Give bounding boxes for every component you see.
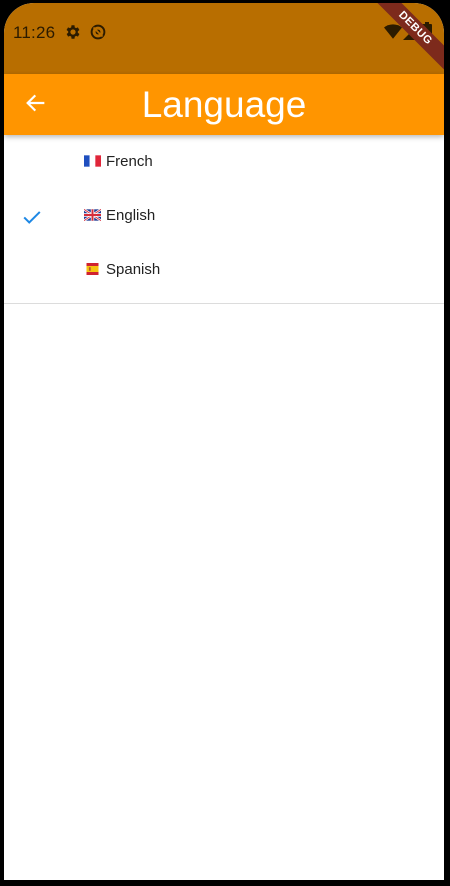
- battery-icon: [422, 22, 432, 41]
- settings-icon: [64, 23, 82, 41]
- language-label: English: [84, 207, 155, 224]
- status-bar: 11:26 DEBUG: [4, 3, 444, 74]
- back-button[interactable]: [18, 88, 52, 122]
- check-slot: [21, 152, 43, 174]
- app-bar: Language: [4, 74, 444, 135]
- language-item-spanish[interactable]: Spanish: [4, 243, 444, 297]
- language-list: French English Spanish: [4, 135, 444, 304]
- empty-content-area: [4, 313, 444, 880]
- language-name: French: [106, 153, 153, 170]
- uk-flag-icon: [84, 209, 101, 221]
- signal-icon: [403, 24, 421, 42]
- language-name: English: [106, 207, 156, 224]
- language-label: French: [84, 153, 153, 170]
- language-item-french[interactable]: French: [4, 135, 444, 189]
- wifi-icon: [384, 24, 402, 42]
- check-icon: [21, 206, 43, 228]
- debug-banner: DEBUG: [364, 3, 444, 83]
- language-label: Spanish: [84, 261, 160, 278]
- language-item-english[interactable]: English: [4, 189, 444, 243]
- status-time: 11:26: [13, 23, 56, 42]
- phone-screen: 11:26 DEBUG Language French English Span…: [4, 3, 444, 880]
- sync-icon: [89, 23, 107, 41]
- check-slot: [21, 260, 43, 282]
- page-title: Language: [141, 84, 307, 125]
- france-flag-icon: [84, 155, 101, 167]
- language-name: Spanish: [106, 261, 161, 278]
- spain-flag-icon: [84, 263, 101, 275]
- arrow-back-icon: [24, 92, 46, 119]
